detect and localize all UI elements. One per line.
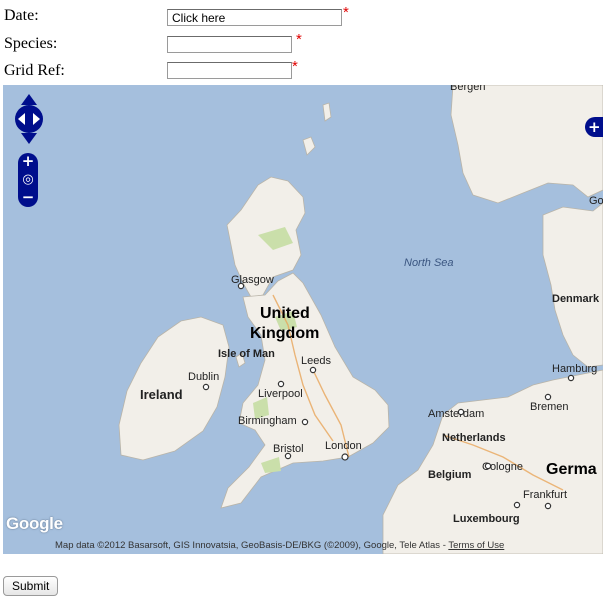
label-netherlands: Netherlands xyxy=(442,432,506,444)
label-glasgow: Glasgow xyxy=(231,274,274,286)
northern-isles xyxy=(302,102,332,156)
norway-landmass xyxy=(450,85,603,204)
denmark-landmass xyxy=(542,202,603,368)
label-cologne: Cologne xyxy=(482,461,523,473)
zoom-in-icon[interactable]: + xyxy=(21,154,35,169)
zoom-control[interactable]: + ◎ − xyxy=(18,153,38,207)
label-amsterdam: Amsterdam xyxy=(428,408,485,420)
label-frankfurt: Frankfurt xyxy=(523,489,568,501)
gridref-label: Grid Ref: xyxy=(4,62,65,79)
label-hamburg: Hamburg xyxy=(552,363,598,375)
gridref-input[interactable] xyxy=(167,62,292,79)
label-liverpool: Liverpool xyxy=(258,388,303,400)
label-germany: Germa xyxy=(546,461,597,478)
label-bergen: Bergen xyxy=(450,85,486,93)
date-input[interactable] xyxy=(167,9,342,26)
date-label: Date: xyxy=(4,7,39,24)
species-required-marker: * xyxy=(296,31,302,48)
google-logo: Google xyxy=(6,514,63,533)
label-luxembourg: Luxembourg xyxy=(453,513,520,525)
label-bristol: Bristol xyxy=(273,443,304,455)
attribution-text: Map data ©2012 Basarsoft, GIS Innovatsia… xyxy=(55,540,449,551)
submit-button[interactable]: Submit xyxy=(3,576,59,596)
layer-switcher-plus-icon[interactable]: + xyxy=(588,117,601,137)
label-united: United xyxy=(260,305,310,322)
zoom-out-icon[interactable]: − xyxy=(21,190,35,205)
globe-icon[interactable]: ◎ xyxy=(21,173,35,187)
label-north-sea: North Sea xyxy=(404,257,454,269)
label-leeds: Leeds xyxy=(301,355,331,367)
terms-of-use-link[interactable]: Terms of Use xyxy=(448,540,504,551)
pan-up-icon xyxy=(21,94,37,105)
label-london: London xyxy=(325,440,362,452)
label-denmark: Denmark xyxy=(552,293,600,305)
label-bremen: Bremen xyxy=(530,401,569,413)
label-kingdom: Kingdom xyxy=(250,325,320,342)
species-label: Species: xyxy=(4,35,58,52)
label-isle-of-man: Isle of Man xyxy=(218,348,275,360)
label-birmingham: Birmingham xyxy=(238,415,297,427)
pan-down-icon xyxy=(21,133,37,144)
label-ireland: Ireland xyxy=(140,387,183,402)
map-attribution: Map data ©2012 Basarsoft, GIS Innovatsia… xyxy=(55,540,504,551)
species-input[interactable] xyxy=(167,36,292,53)
label-dublin: Dublin xyxy=(188,371,220,383)
label-go: Go xyxy=(589,195,603,207)
map-view[interactable]: Bergen North Sea Glasgow United Kingdom … xyxy=(3,85,603,554)
layer-switcher[interactable]: + xyxy=(585,117,603,137)
gridref-required-marker: * xyxy=(292,58,298,75)
pan-control[interactable] xyxy=(10,93,48,145)
label-belgium: Belgium xyxy=(428,469,472,481)
date-required-marker: * xyxy=(343,4,349,21)
